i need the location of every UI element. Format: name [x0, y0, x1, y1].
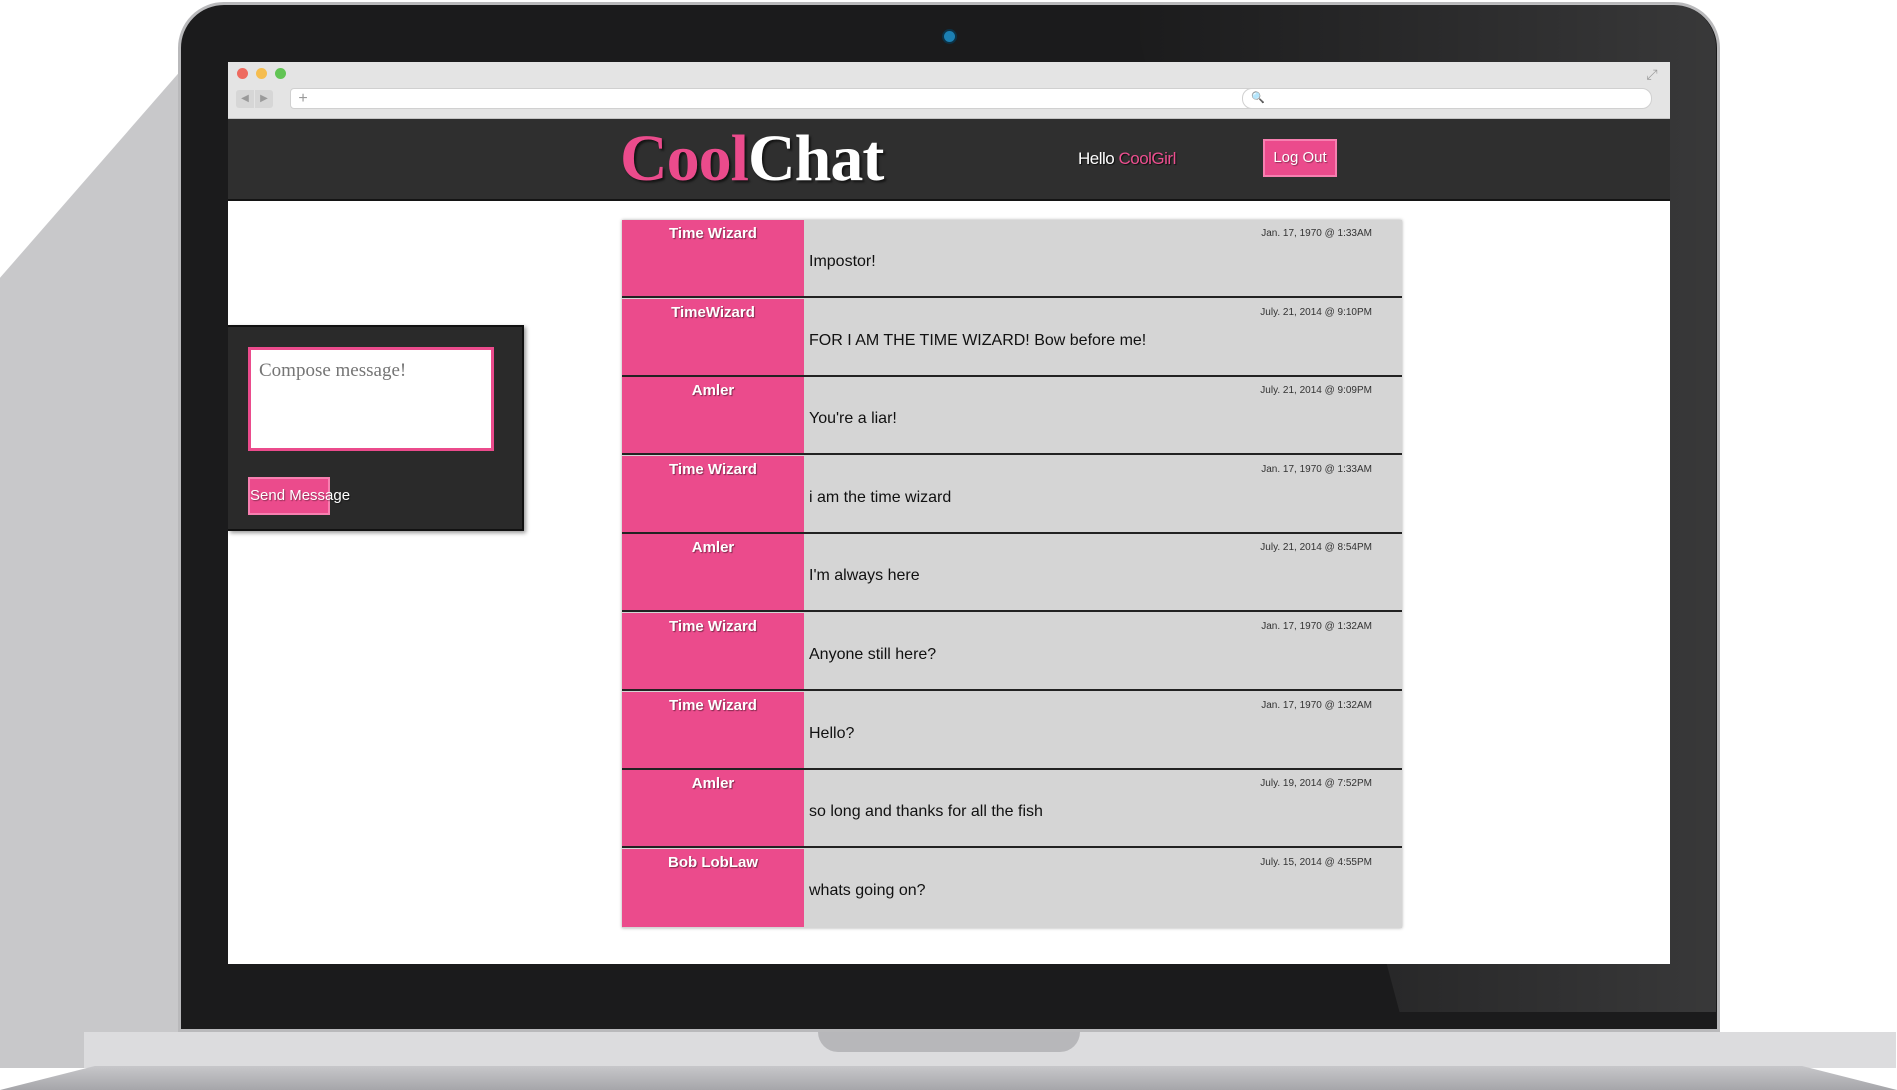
maximize-window-icon[interactable] — [275, 68, 286, 79]
message-row: Amler July. 19, 2014 @ 7:52PM so long and … — [622, 770, 1402, 848]
message-author: TimeWizard — [622, 299, 804, 375]
greeting-label: Hello — [1078, 149, 1119, 168]
message-row: Bob LobLaw July. 15, 2014 @ 4:55PM whats g… — [622, 849, 1402, 927]
logo-part-cool: Cool — [620, 122, 749, 195]
message-text: Impostor! — [809, 253, 876, 270]
minimize-window-icon[interactable] — [256, 68, 267, 79]
message-text: Anyone still here? — [809, 646, 937, 663]
laptop-base-shadow — [0, 1032, 84, 1068]
message-row: Time Wizard Jan. 17, 1970 @ 1:33AM Imposto… — [622, 220, 1402, 298]
logout-button[interactable]: Log Out — [1263, 139, 1337, 177]
app-header: CoolChat Hello CoolGirl Log Out — [228, 119, 1670, 201]
browser-chrome: ⤢ ◀ ▶ + 🔍 — [228, 62, 1670, 119]
message-timestamp: Jan. 17, 1970 @ 1:33AM — [1261, 228, 1372, 239]
message-timestamp: Jan. 17, 1970 @ 1:33AM — [1261, 464, 1372, 475]
greeting: Hello CoolGirl — [1078, 149, 1176, 169]
fullscreen-icon[interactable]: ⤢ — [1644, 66, 1660, 82]
message-timestamp: Jan. 17, 1970 @ 1:32AM — [1261, 700, 1372, 711]
message-text: i am the time wizard — [809, 489, 952, 506]
message-author: Amler — [622, 534, 804, 610]
back-button[interactable]: ◀ — [236, 90, 254, 108]
message-row: Time Wizard Jan. 17, 1970 @ 1:32AM Anyone … — [622, 613, 1402, 691]
message-text: You're a liar! — [809, 410, 897, 427]
message-timestamp: July. 21, 2014 @ 9:09PM — [1260, 385, 1372, 396]
message-text: Hello? — [809, 725, 855, 742]
new-tab-icon[interactable]: + — [296, 90, 310, 108]
message-text: whats going on? — [809, 882, 926, 899]
browser-search-input[interactable] — [1242, 88, 1652, 109]
message-row: Time Wizard Jan. 17, 1970 @ 1:33AM i am th… — [622, 456, 1402, 534]
forward-button[interactable]: ▶ — [255, 90, 273, 108]
message-text: I'm always here — [809, 567, 920, 584]
message-author: Time Wizard — [622, 613, 804, 689]
message-row: TimeWizard July. 21, 2014 @ 9:10PM FOR I A… — [622, 299, 1402, 377]
message-author: Amler — [622, 377, 804, 453]
laptop-notch — [818, 1032, 1080, 1052]
message-author: Amler — [622, 770, 804, 846]
message-timestamp: July. 19, 2014 @ 7:52PM — [1260, 778, 1372, 789]
search-icon: 🔍 — [1251, 92, 1265, 104]
message-timestamp: July. 21, 2014 @ 8:54PM — [1260, 542, 1372, 553]
message-row: Amler July. 21, 2014 @ 8:54PM I'm always h… — [622, 534, 1402, 612]
message-timestamp: July. 15, 2014 @ 4:55PM — [1260, 857, 1372, 868]
laptop-base-edge — [0, 1066, 1897, 1090]
close-window-icon[interactable] — [237, 68, 248, 79]
screen: ⤢ ◀ ▶ + 🔍 CoolChat Hello CoolGirl Log Ou… — [228, 62, 1670, 964]
compose-message-input[interactable] — [248, 347, 494, 451]
message-author: Time Wizard — [622, 456, 804, 532]
message-text: FOR I AM THE TIME WIZARD! Bow before me! — [809, 332, 1147, 349]
send-message-button[interactable]: Send Message — [248, 477, 350, 515]
compose-panel: Send Message — [228, 325, 524, 531]
message-row: Time Wizard Jan. 17, 1970 @ 1:32AM Hello? — [622, 692, 1402, 770]
message-row: Amler July. 21, 2014 @ 9:09PM You're a lia… — [622, 377, 1402, 455]
message-author: Bob LobLaw — [622, 849, 804, 927]
message-text: so long and thanks for all the fish — [809, 803, 1043, 820]
message-timestamp: July. 21, 2014 @ 9:10PM — [1260, 307, 1372, 318]
laptop-shadow — [0, 60, 190, 1050]
logo: CoolChat — [620, 122, 884, 195]
message-author: Time Wizard — [622, 692, 804, 768]
message-timestamp: Jan. 17, 1970 @ 1:32AM — [1261, 621, 1372, 632]
logo-part-chat: Chat — [748, 122, 884, 195]
message-list: Time Wizard Jan. 17, 1970 @ 1:33AM Imposto… — [622, 220, 1402, 928]
camera-icon — [944, 31, 955, 42]
message-author: Time Wizard — [622, 220, 804, 296]
username: CoolGirl — [1118, 149, 1176, 168]
